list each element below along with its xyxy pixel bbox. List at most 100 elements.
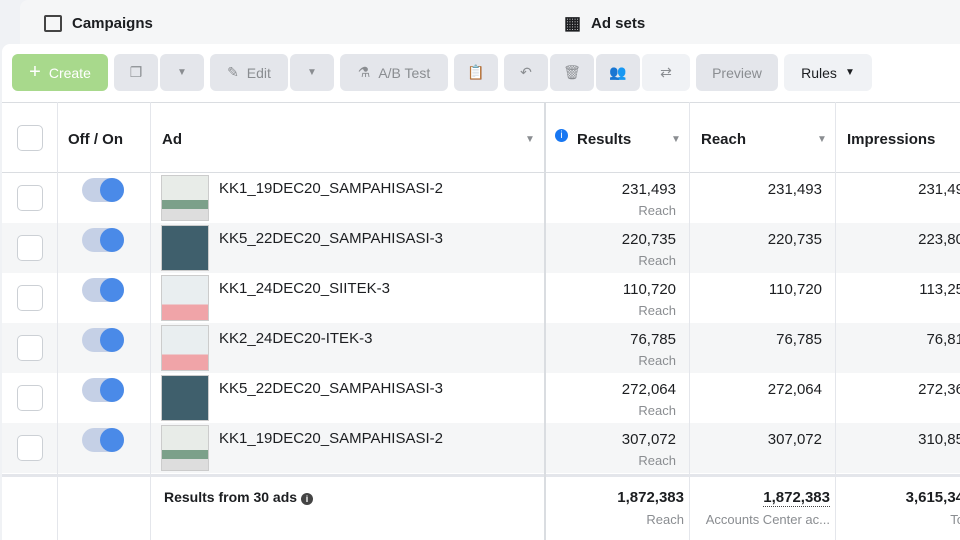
ad-name[interactable]: KK1_24DEC20_SIITEK-3	[219, 280, 390, 297]
ad-toggle[interactable]	[82, 228, 124, 252]
column-header-reach[interactable]: Reach	[701, 131, 746, 148]
results-value: 110,720	[622, 281, 676, 298]
results-value: 220,735	[621, 231, 676, 248]
folder-icon	[44, 14, 62, 32]
ad-toggle[interactable]	[82, 328, 124, 352]
footer-impressions: 3,615,34	[905, 489, 960, 506]
undo-icon: ↶	[520, 64, 532, 80]
results-value: 307,072	[621, 431, 676, 448]
table-row[interactable]: KK2_24DEC20-ITEK-3 76,785 Reach 76,785 7…	[2, 323, 960, 373]
column-header-results[interactable]: Results	[577, 131, 631, 148]
ad-name[interactable]: KK5_22DEC20_SAMPAHISASI-3	[219, 230, 443, 247]
ad-name[interactable]: KK1_19DEC20_SAMPAHISASI-2	[219, 180, 443, 197]
plus-icon: +	[29, 61, 41, 83]
clipboard-button[interactable]: 📋	[454, 54, 498, 91]
duplicate-button[interactable]: ❐	[114, 54, 158, 91]
row-checkbox[interactable]	[17, 435, 43, 461]
results-value: 231,493	[621, 181, 676, 198]
reach-value: 231,493	[767, 181, 822, 198]
row-checkbox[interactable]	[17, 235, 43, 261]
export-icon: ⇄	[660, 64, 672, 80]
ad-thumbnail[interactable]	[161, 175, 209, 221]
people-icon: 👥	[609, 64, 627, 80]
ad-name[interactable]: KK2_24DEC20-ITEK-3	[219, 330, 372, 347]
ad-thumbnail[interactable]	[161, 275, 209, 321]
preview-button[interactable]: Preview	[696, 54, 778, 91]
ad-thumbnail[interactable]	[161, 425, 209, 471]
table-footer: Results from 30 ads i 1,872,383 Reach 1,…	[2, 474, 960, 540]
row-checkbox[interactable]	[17, 285, 43, 311]
results-value: 76,785	[630, 331, 676, 348]
footer-reach-sub: Accounts Center ac...	[705, 512, 830, 527]
results-sub: Reach	[638, 303, 676, 318]
impressions-value: 223,80	[918, 231, 960, 248]
row-checkbox[interactable]	[17, 335, 43, 361]
info-icon[interactable]: i	[555, 129, 568, 142]
reach-value: 76,785	[776, 331, 822, 348]
reach-value: 307,072	[767, 431, 822, 448]
duplicate-dropdown[interactable]: ▼	[160, 54, 204, 91]
table-row[interactable]: KK1_19DEC20_SAMPAHISASI-2 231,493 Reach …	[2, 173, 960, 223]
audience-button[interactable]: 👥	[596, 54, 640, 91]
grid-icon: ▦	[564, 12, 582, 33]
footer-results-sub: Reach	[646, 512, 684, 527]
info-icon[interactable]: i	[300, 493, 313, 505]
trash-icon: 🗑	[563, 64, 581, 80]
toolbar: + Create ❐ ▼ ✎ Edit ▼ ⚗ A/B Test 📋 ↶ 🗑 👥 ⇄ Previ…	[12, 54, 872, 92]
impressions-value: 272,36	[918, 381, 960, 398]
ad-name[interactable]: KK1_19DEC20_SAMPAHISASI-2	[219, 430, 443, 447]
results-sub: Reach	[638, 203, 676, 218]
ad-thumbnail[interactable]	[161, 225, 209, 271]
sort-icon[interactable]: ▼	[525, 134, 535, 145]
flask-icon: ⚗	[357, 64, 371, 80]
footer-results: 1,872,383	[617, 489, 684, 506]
column-header-ad[interactable]: Ad	[162, 131, 182, 148]
results-value: 272,064	[621, 381, 676, 398]
column-header-toggle: Off / On	[68, 131, 123, 148]
results-sub: Reach	[638, 353, 676, 368]
ad-thumbnail[interactable]	[161, 325, 209, 371]
ad-toggle[interactable]	[82, 278, 124, 302]
ad-toggle[interactable]	[82, 178, 124, 202]
impressions-value: 113,25	[919, 281, 960, 298]
export-button[interactable]: ⇄	[642, 54, 690, 91]
row-checkbox[interactable]	[17, 185, 43, 211]
duplicate-icon: ❐	[129, 64, 143, 80]
rules-button[interactable]: Rules ▼	[784, 54, 872, 91]
table-row[interactable]: KK5_22DEC20_SAMPAHISASI-3 220,735 Reach …	[2, 223, 960, 273]
ads-panel: + Create ❐ ▼ ✎ Edit ▼ ⚗ A/B Test 📋 ↶ 🗑 👥 ⇄ Previ…	[2, 44, 960, 540]
table-header: Off / On Ad ▼ i Results ▼ Reach ▼ Impres…	[2, 103, 960, 173]
impressions-value: 76,81	[926, 331, 960, 348]
ad-toggle[interactable]	[82, 428, 124, 452]
create-button[interactable]: + Create	[12, 54, 108, 91]
footer-reach[interactable]: 1,872,383	[763, 489, 830, 507]
undo-button[interactable]: ↶	[504, 54, 548, 91]
sort-icon[interactable]: ▼	[817, 134, 827, 145]
sort-icon[interactable]: ▼	[671, 134, 681, 145]
caret-down-icon: ▼	[307, 67, 317, 78]
clipboard-icon: 📋	[467, 64, 485, 80]
results-sub: Reach	[638, 453, 676, 468]
footer-impressions-sub: To	[950, 512, 960, 527]
table-row[interactable]: KK1_24DEC20_SIITEK-3 110,720 Reach 110,7…	[2, 273, 960, 323]
select-all-checkbox[interactable]	[17, 125, 43, 151]
edit-button[interactable]: ✎ Edit	[210, 54, 288, 91]
ads-table: Off / On Ad ▼ i Results ▼ Reach ▼ Impres…	[2, 102, 960, 540]
results-sub: Reach	[638, 253, 676, 268]
ad-thumbnail[interactable]	[161, 375, 209, 421]
tab-ad-sets[interactable]: ▦ Ad sets	[550, 0, 960, 46]
row-checkbox[interactable]	[17, 385, 43, 411]
ad-toggle[interactable]	[82, 378, 124, 402]
edit-dropdown[interactable]: ▼	[290, 54, 334, 91]
reach-value: 272,064	[767, 381, 822, 398]
results-sub: Reach	[638, 403, 676, 418]
table-row[interactable]: KK1_19DEC20_SAMPAHISASI-2 307,072 Reach …	[2, 423, 960, 473]
ab-test-button[interactable]: ⚗ A/B Test	[340, 54, 448, 91]
column-header-impressions[interactable]: Impressions	[847, 131, 935, 148]
delete-button[interactable]: 🗑	[550, 54, 594, 91]
impressions-value: 231,49	[918, 181, 960, 198]
table-row[interactable]: KK5_22DEC20_SAMPAHISASI-3 272,064 Reach …	[2, 373, 960, 423]
caret-down-icon: ▼	[844, 67, 855, 78]
ad-name[interactable]: KK5_22DEC20_SAMPAHISASI-3	[219, 380, 443, 397]
reach-value: 220,735	[767, 231, 822, 248]
